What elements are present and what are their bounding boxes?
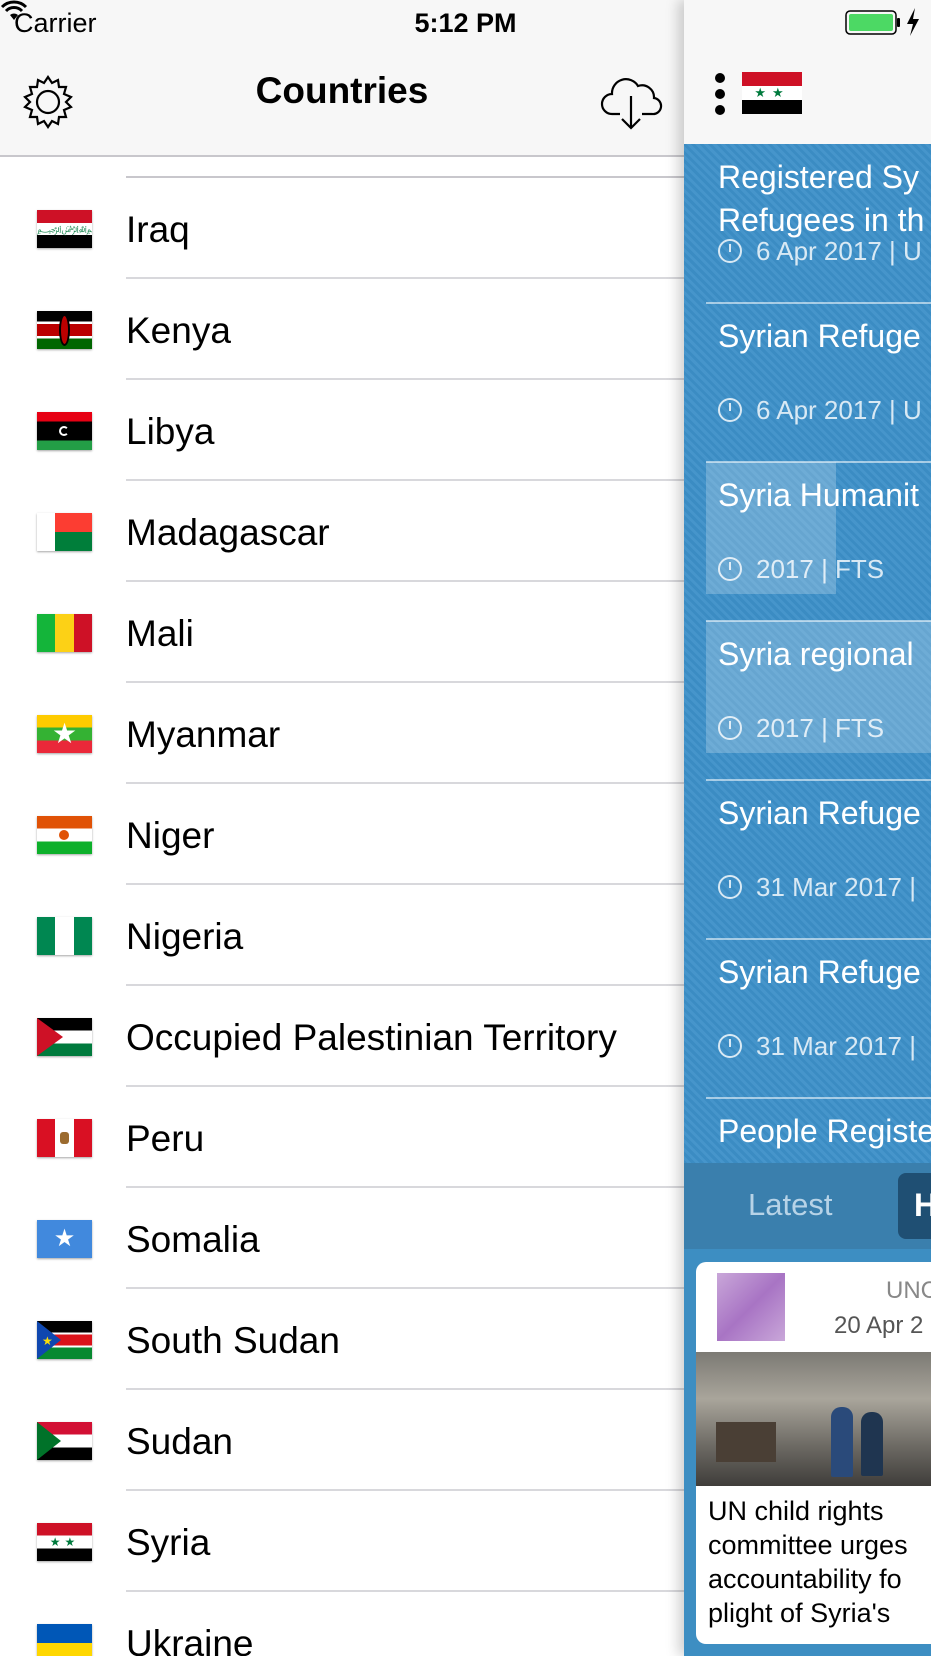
gear-icon [20,75,76,133]
country-row-myanmar[interactable]: ★ Myanmar [0,683,684,784]
card-date: 20 Apr 2 [834,1312,924,1339]
battery-icon [845,10,901,35]
feed-item-title: Registered Sy Refugees in th [718,159,925,238]
country-name: Occupied Palestinian Territory [126,1017,617,1058]
feed-item-title: Syria Humanit [718,477,919,513]
feed-item[interactable]: Syrian Refuge 6 Apr 2017 | U [706,303,931,463]
feed-item-title: People Registe [718,1113,931,1149]
feed-item[interactable]: Syria Humanit 2017 | FTS [706,462,931,622]
countries-pane: Carrier Countries ﷽ Iraq Kenya Libya Mad… [0,0,684,1656]
country-name: Libya [126,411,215,452]
country-name: Iraq [126,209,190,250]
status-time: 5:12 PM [414,8,517,38]
country-row-nigeria[interactable]: Nigeria [0,885,684,986]
page-title: Countries [255,70,429,111]
country-name: Ukraine [126,1623,254,1656]
myanmar-flag-icon: ★ [37,715,92,753]
tab-highlights[interactable]: H [898,1173,931,1239]
country-name: Nigeria [126,916,244,957]
feed-item[interactable]: Registered Sy Refugees in th 6 Apr 2017 … [706,144,931,304]
ukraine-flag-icon [37,1624,92,1656]
country-name: Somalia [126,1219,260,1260]
country-row-niger[interactable]: Niger [0,784,684,885]
libya-flag-icon [37,412,92,450]
news-photo [696,1352,931,1486]
feed-item-meta: 31 Mar 2017 | [718,872,916,903]
clock-icon [718,557,742,581]
clock-icon [718,1034,742,1058]
sudan-flag-icon [37,1422,92,1460]
country-row-kenya[interactable]: Kenya [0,279,684,380]
country-detail-pane[interactable]: ★★ Registered Sy Refugees in th 6 Apr 20… [684,0,931,1656]
country-name: South Sudan [126,1320,340,1361]
syria-flag-icon: ★★ [37,1523,92,1561]
download-button[interactable] [598,72,664,132]
feed-item-title: Syrian Refuge [718,318,921,354]
clock-icon [718,716,742,740]
clock-icon [718,239,742,263]
mali-flag-icon [37,614,92,652]
niger-flag-icon [37,816,92,854]
clock-icon [718,875,742,899]
country-name: Syria [126,1522,211,1563]
iraq-flag-icon: ﷽ [37,210,92,248]
country-name: Niger [126,815,215,856]
cloud-download-icon [598,78,664,135]
news-card[interactable]: UNC 20 Apr 2 UN child rights committee u… [696,1262,931,1644]
country-name: Myanmar [126,714,281,755]
madagascar-flag-icon [37,513,92,551]
feed-item-meta: 6 Apr 2017 | U [718,236,922,267]
country-name: Mali [126,613,194,654]
country-name: Madagascar [126,512,330,553]
country-row-syria[interactable]: ★★ Syria [0,1491,684,1592]
feed-item-title: Syrian Refuge [718,954,921,990]
feed-item[interactable]: Syria regional 2017 | FTS [706,621,931,781]
card-headline: UN child rights committee urges accounta… [708,1496,908,1628]
more-vertical-icon [714,73,726,119]
country-name: Kenya [126,310,231,351]
country-row-mali[interactable]: Mali [0,582,684,683]
feed-item-meta: 2017 | FTS [718,554,884,585]
charging-icon [905,8,921,36]
card-source: UNC [886,1277,931,1304]
south-sudan-flag-icon: ★ [37,1321,92,1359]
feed-item-meta: 6 Apr 2017 | U [718,395,922,426]
feed-item-title: Syria regional [718,636,914,672]
tab-latest[interactable]: Latest [748,1187,832,1223]
kenya-flag-icon [37,311,92,349]
report-feed[interactable]: Registered Sy Refugees in th 6 Apr 2017 … [684,144,931,1164]
peru-flag-icon [37,1119,92,1157]
feed-item-meta: 2017 | FTS [718,713,884,744]
palestine-flag-icon [37,1018,92,1056]
syria-flag-icon: ★★ [742,72,802,114]
country-row-sudan[interactable]: Sudan [0,1390,684,1491]
country-name: Peru [126,1118,205,1159]
country-row-ukraine[interactable]: Ukraine [0,1592,684,1656]
source-logo [717,1273,785,1341]
clock-icon [718,398,742,422]
svg-text:★: ★ [42,1334,53,1348]
more-menu-button[interactable] [714,72,726,116]
news-tab-bar: Latest H [684,1163,931,1249]
country-row-iraq[interactable]: ﷽ Iraq [0,178,684,279]
feed-item-title: Syrian Refuge [718,795,921,831]
country-row-madagascar[interactable]: Madagascar [0,481,684,582]
feed-item[interactable]: Syrian Refuge 31 Mar 2017 | [706,939,931,1099]
country-row-south-sudan[interactable]: ★ South Sudan [0,1289,684,1390]
country-name: Sudan [126,1421,233,1462]
feed-item[interactable]: Syrian Refuge 31 Mar 2017 | [706,780,931,940]
somalia-flag-icon: ★ [37,1220,92,1258]
feed-item-meta: 31 Mar 2017 | [718,1031,916,1062]
nigeria-flag-icon [37,917,92,955]
country-row-peru[interactable]: Peru [0,1087,684,1188]
country-row-palestine[interactable]: Occupied Palestinian Territory [0,986,684,1087]
country-row-libya[interactable]: Libya [0,380,684,481]
country-row-somalia[interactable]: ★ Somalia [0,1188,684,1289]
